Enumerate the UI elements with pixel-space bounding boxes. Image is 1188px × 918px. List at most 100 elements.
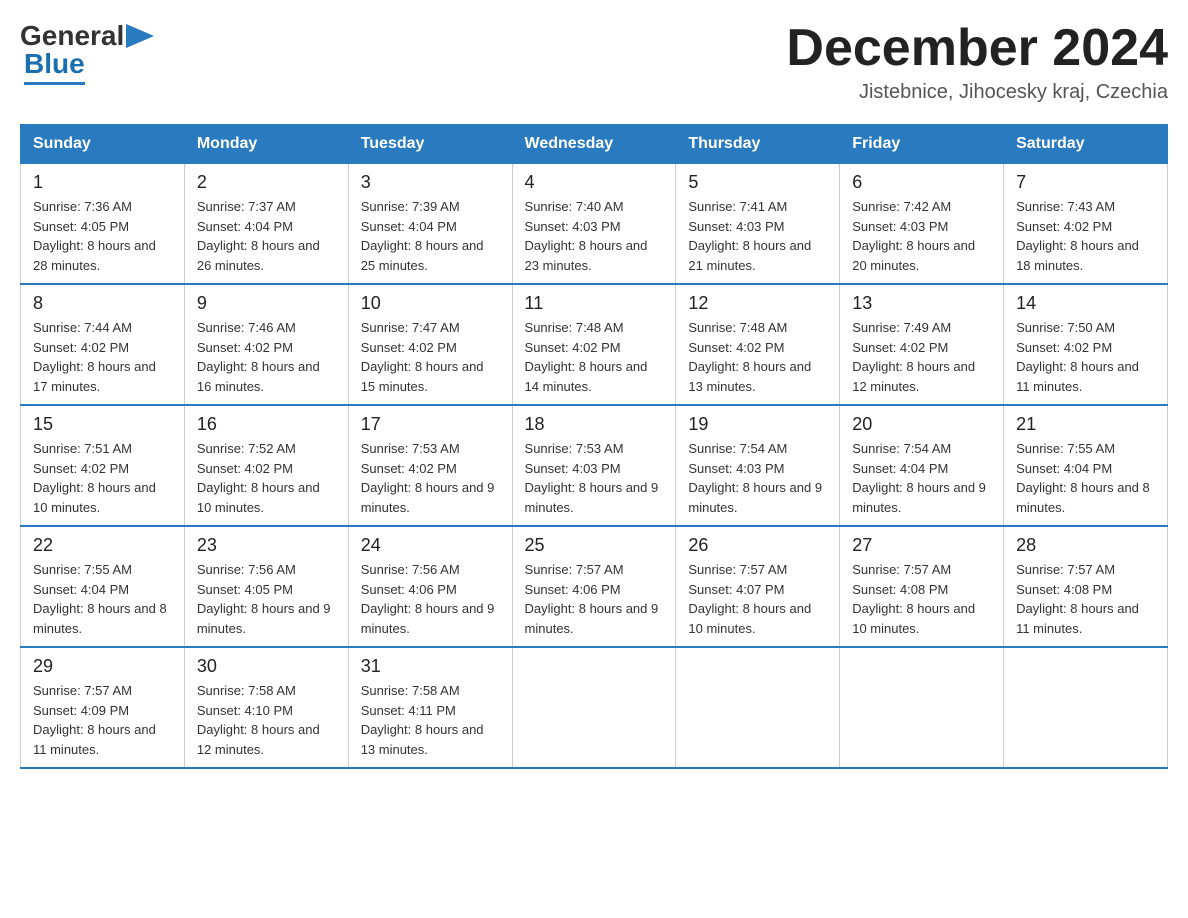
day-info: Sunrise: 7:57 AMSunset: 4:08 PMDaylight:… — [1016, 562, 1139, 636]
day-number: 29 — [33, 656, 172, 677]
calendar-day-cell: 3 Sunrise: 7:39 AMSunset: 4:04 PMDayligh… — [348, 164, 512, 285]
calendar-day-cell: 6 Sunrise: 7:42 AMSunset: 4:03 PMDayligh… — [840, 164, 1004, 285]
day-number: 7 — [1016, 172, 1155, 193]
day-info: Sunrise: 7:58 AMSunset: 4:10 PMDaylight:… — [197, 683, 320, 757]
title-block: December 2024 Jistebnice, Jihocesky kraj… — [786, 20, 1168, 104]
day-info: Sunrise: 7:57 AMSunset: 4:06 PMDaylight:… — [525, 562, 659, 636]
day-number: 26 — [688, 535, 827, 556]
day-number: 27 — [852, 535, 991, 556]
calendar-day-cell: 7 Sunrise: 7:43 AMSunset: 4:02 PMDayligh… — [1004, 164, 1168, 285]
day-number: 28 — [1016, 535, 1155, 556]
day-number: 5 — [688, 172, 827, 193]
calendar-day-cell: 30 Sunrise: 7:58 AMSunset: 4:10 PMDaylig… — [184, 647, 348, 768]
calendar-day-cell: 23 Sunrise: 7:56 AMSunset: 4:05 PMDaylig… — [184, 526, 348, 647]
day-number: 16 — [197, 414, 336, 435]
calendar-day-cell: 18 Sunrise: 7:53 AMSunset: 4:03 PMDaylig… — [512, 405, 676, 526]
day-info: Sunrise: 7:53 AMSunset: 4:03 PMDaylight:… — [525, 441, 659, 515]
calendar-day-cell: 16 Sunrise: 7:52 AMSunset: 4:02 PMDaylig… — [184, 405, 348, 526]
logo: General Blue — [20, 20, 158, 85]
day-info: Sunrise: 7:56 AMSunset: 4:06 PMDaylight:… — [361, 562, 495, 636]
calendar-day-cell: 9 Sunrise: 7:46 AMSunset: 4:02 PMDayligh… — [184, 284, 348, 405]
day-number: 10 — [361, 293, 500, 314]
day-info: Sunrise: 7:50 AMSunset: 4:02 PMDaylight:… — [1016, 320, 1139, 394]
day-info: Sunrise: 7:49 AMSunset: 4:02 PMDaylight:… — [852, 320, 975, 394]
calendar-header-row: SundayMondayTuesdayWednesdayThursdayFrid… — [21, 125, 1168, 164]
day-info: Sunrise: 7:48 AMSunset: 4:02 PMDaylight:… — [688, 320, 811, 394]
calendar-empty-cell — [676, 647, 840, 768]
calendar-day-cell: 14 Sunrise: 7:50 AMSunset: 4:02 PMDaylig… — [1004, 284, 1168, 405]
location: Jistebnice, Jihocesky kraj, Czechia — [786, 81, 1168, 104]
day-number: 14 — [1016, 293, 1155, 314]
day-number: 31 — [361, 656, 500, 677]
calendar-day-cell: 25 Sunrise: 7:57 AMSunset: 4:06 PMDaylig… — [512, 526, 676, 647]
logo-flag-icon — [126, 24, 158, 48]
calendar-day-cell: 2 Sunrise: 7:37 AMSunset: 4:04 PMDayligh… — [184, 164, 348, 285]
calendar-week-row: 1 Sunrise: 7:36 AMSunset: 4:05 PMDayligh… — [21, 164, 1168, 285]
calendar-day-cell: 20 Sunrise: 7:54 AMSunset: 4:04 PMDaylig… — [840, 405, 1004, 526]
month-title: December 2024 — [786, 20, 1168, 77]
calendar-day-cell: 26 Sunrise: 7:57 AMSunset: 4:07 PMDaylig… — [676, 526, 840, 647]
day-info: Sunrise: 7:58 AMSunset: 4:11 PMDaylight:… — [361, 683, 484, 757]
day-info: Sunrise: 7:54 AMSunset: 4:04 PMDaylight:… — [852, 441, 986, 515]
day-number: 30 — [197, 656, 336, 677]
calendar-day-cell: 10 Sunrise: 7:47 AMSunset: 4:02 PMDaylig… — [348, 284, 512, 405]
calendar-table: SundayMondayTuesdayWednesdayThursdayFrid… — [20, 124, 1168, 769]
page-header: General Blue December 2024 Jistebnice, J… — [20, 20, 1168, 104]
day-info: Sunrise: 7:57 AMSunset: 4:09 PMDaylight:… — [33, 683, 156, 757]
col-header-tuesday: Tuesday — [348, 125, 512, 164]
calendar-week-row: 22 Sunrise: 7:55 AMSunset: 4:04 PMDaylig… — [21, 526, 1168, 647]
col-header-sunday: Sunday — [21, 125, 185, 164]
day-info: Sunrise: 7:55 AMSunset: 4:04 PMDaylight:… — [1016, 441, 1150, 515]
col-header-friday: Friday — [840, 125, 1004, 164]
day-info: Sunrise: 7:42 AMSunset: 4:03 PMDaylight:… — [852, 199, 975, 273]
calendar-day-cell: 8 Sunrise: 7:44 AMSunset: 4:02 PMDayligh… — [21, 284, 185, 405]
col-header-thursday: Thursday — [676, 125, 840, 164]
calendar-day-cell: 29 Sunrise: 7:57 AMSunset: 4:09 PMDaylig… — [21, 647, 185, 768]
logo-blue-text: Blue — [24, 48, 85, 85]
day-info: Sunrise: 7:52 AMSunset: 4:02 PMDaylight:… — [197, 441, 320, 515]
day-number: 2 — [197, 172, 336, 193]
day-number: 15 — [33, 414, 172, 435]
calendar-empty-cell — [840, 647, 1004, 768]
day-info: Sunrise: 7:47 AMSunset: 4:02 PMDaylight:… — [361, 320, 484, 394]
day-number: 4 — [525, 172, 664, 193]
calendar-day-cell: 12 Sunrise: 7:48 AMSunset: 4:02 PMDaylig… — [676, 284, 840, 405]
day-info: Sunrise: 7:53 AMSunset: 4:02 PMDaylight:… — [361, 441, 495, 515]
day-number: 11 — [525, 293, 664, 314]
day-info: Sunrise: 7:57 AMSunset: 4:07 PMDaylight:… — [688, 562, 811, 636]
calendar-day-cell: 21 Sunrise: 7:55 AMSunset: 4:04 PMDaylig… — [1004, 405, 1168, 526]
day-info: Sunrise: 7:54 AMSunset: 4:03 PMDaylight:… — [688, 441, 822, 515]
calendar-day-cell: 4 Sunrise: 7:40 AMSunset: 4:03 PMDayligh… — [512, 164, 676, 285]
day-number: 24 — [361, 535, 500, 556]
day-info: Sunrise: 7:51 AMSunset: 4:02 PMDaylight:… — [33, 441, 156, 515]
day-info: Sunrise: 7:48 AMSunset: 4:02 PMDaylight:… — [525, 320, 648, 394]
calendar-week-row: 29 Sunrise: 7:57 AMSunset: 4:09 PMDaylig… — [21, 647, 1168, 768]
day-number: 8 — [33, 293, 172, 314]
calendar-day-cell: 28 Sunrise: 7:57 AMSunset: 4:08 PMDaylig… — [1004, 526, 1168, 647]
calendar-day-cell: 11 Sunrise: 7:48 AMSunset: 4:02 PMDaylig… — [512, 284, 676, 405]
col-header-wednesday: Wednesday — [512, 125, 676, 164]
day-number: 13 — [852, 293, 991, 314]
day-number: 20 — [852, 414, 991, 435]
day-number: 12 — [688, 293, 827, 314]
day-number: 6 — [852, 172, 991, 193]
day-number: 17 — [361, 414, 500, 435]
day-number: 21 — [1016, 414, 1155, 435]
calendar-day-cell: 13 Sunrise: 7:49 AMSunset: 4:02 PMDaylig… — [840, 284, 1004, 405]
day-number: 22 — [33, 535, 172, 556]
calendar-day-cell: 31 Sunrise: 7:58 AMSunset: 4:11 PMDaylig… — [348, 647, 512, 768]
day-number: 19 — [688, 414, 827, 435]
calendar-week-row: 15 Sunrise: 7:51 AMSunset: 4:02 PMDaylig… — [21, 405, 1168, 526]
day-number: 9 — [197, 293, 336, 314]
day-info: Sunrise: 7:46 AMSunset: 4:02 PMDaylight:… — [197, 320, 320, 394]
calendar-day-cell: 1 Sunrise: 7:36 AMSunset: 4:05 PMDayligh… — [21, 164, 185, 285]
calendar-day-cell: 5 Sunrise: 7:41 AMSunset: 4:03 PMDayligh… — [676, 164, 840, 285]
day-info: Sunrise: 7:36 AMSunset: 4:05 PMDaylight:… — [33, 199, 156, 273]
calendar-day-cell: 17 Sunrise: 7:53 AMSunset: 4:02 PMDaylig… — [348, 405, 512, 526]
day-info: Sunrise: 7:57 AMSunset: 4:08 PMDaylight:… — [852, 562, 975, 636]
col-header-saturday: Saturday — [1004, 125, 1168, 164]
calendar-day-cell: 22 Sunrise: 7:55 AMSunset: 4:04 PMDaylig… — [21, 526, 185, 647]
day-info: Sunrise: 7:55 AMSunset: 4:04 PMDaylight:… — [33, 562, 167, 636]
day-number: 25 — [525, 535, 664, 556]
calendar-day-cell: 19 Sunrise: 7:54 AMSunset: 4:03 PMDaylig… — [676, 405, 840, 526]
